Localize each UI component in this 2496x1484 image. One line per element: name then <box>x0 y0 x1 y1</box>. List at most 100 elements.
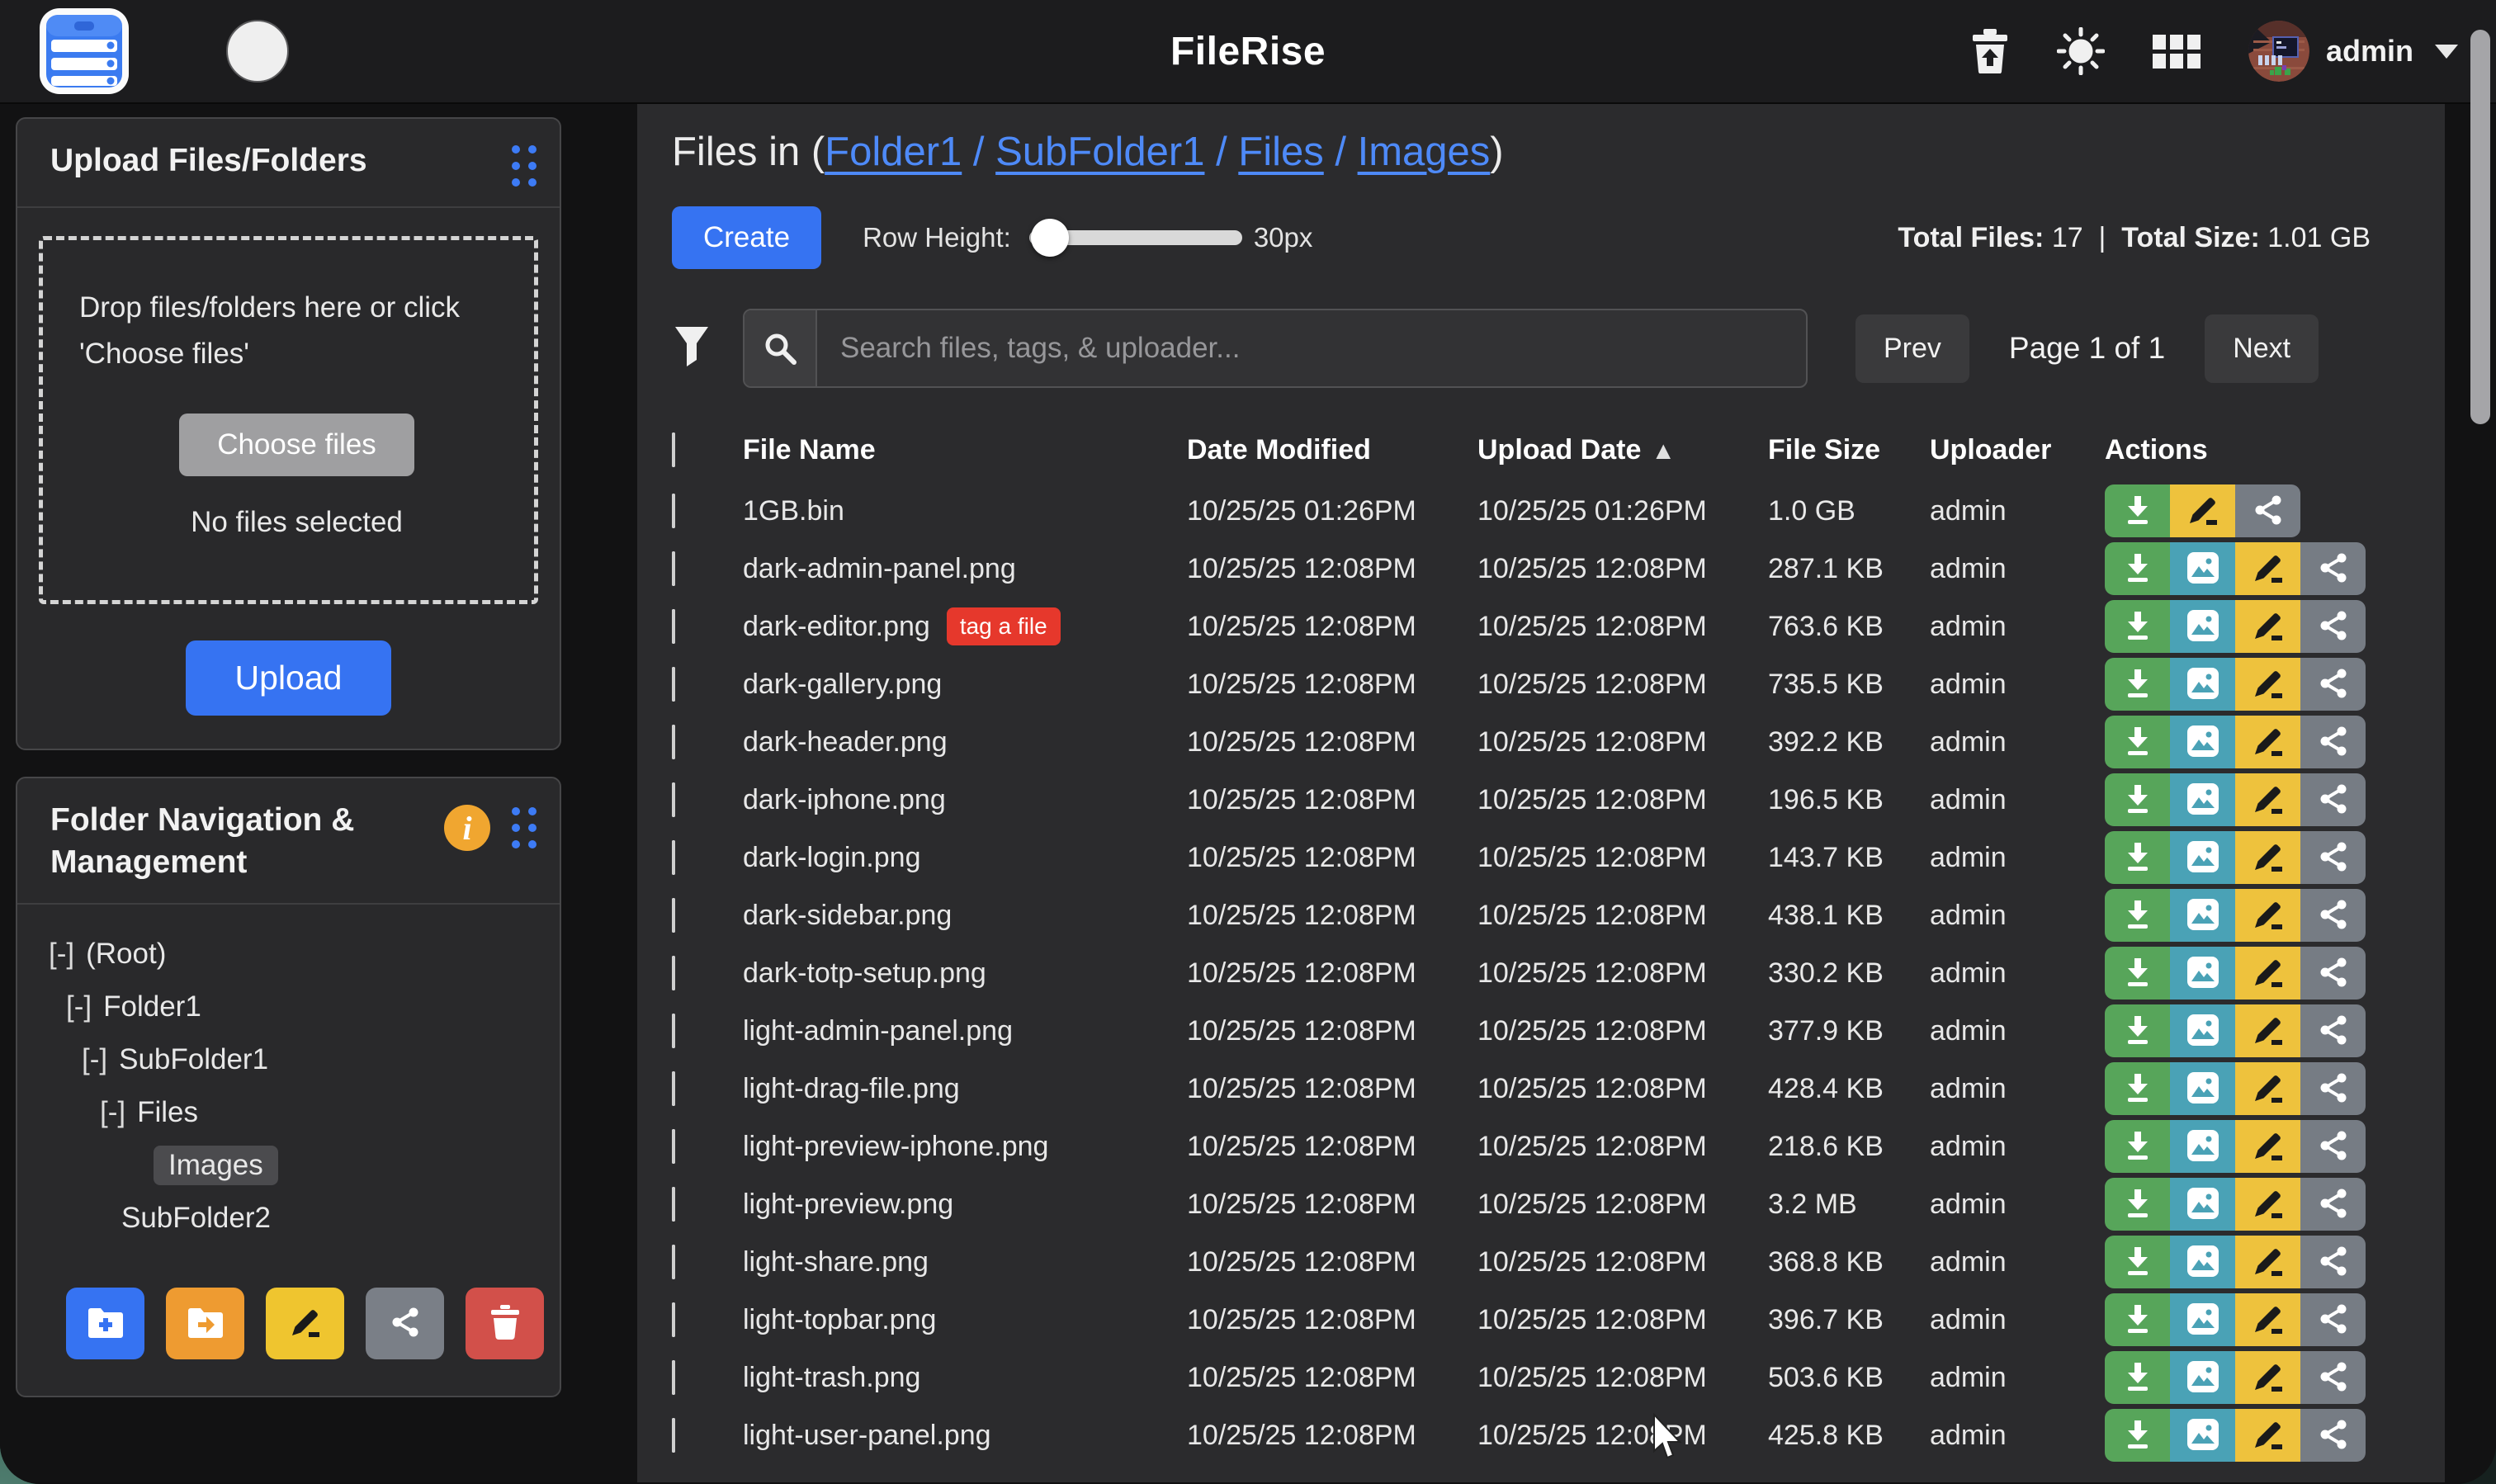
preview-button[interactable] <box>2170 889 2235 942</box>
row-checkbox[interactable] <box>672 494 675 528</box>
breadcrumb-link-folder1[interactable]: Folder1 <box>825 130 962 174</box>
trash-restore-icon[interactable] <box>1971 29 2009 73</box>
tree-item-subfolder2[interactable]: SubFolder2 <box>17 1192 560 1245</box>
column-header-file-name[interactable]: File Name <box>725 434 1172 466</box>
row-checkbox[interactable] <box>672 551 675 586</box>
edit-button[interactable] <box>2235 716 2300 768</box>
share-button[interactable] <box>2300 1004 2366 1057</box>
download-button[interactable] <box>2105 1004 2170 1057</box>
preview-button[interactable] <box>2170 831 2235 884</box>
download-button[interactable] <box>2105 773 2170 826</box>
row-checkbox[interactable] <box>672 1129 675 1164</box>
tree-toggle-icon[interactable]: [-] <box>82 1043 107 1076</box>
row-checkbox[interactable] <box>672 1245 675 1279</box>
share-button[interactable] <box>2300 947 2366 1000</box>
share-button[interactable] <box>2300 1351 2366 1404</box>
share-folder-button[interactable] <box>366 1288 444 1359</box>
search-icon[interactable] <box>745 310 817 386</box>
preview-button[interactable] <box>2170 716 2235 768</box>
edit-button[interactable] <box>2235 1004 2300 1057</box>
download-button[interactable] <box>2105 1293 2170 1346</box>
download-button[interactable] <box>2105 1409 2170 1462</box>
tag-badge[interactable]: tag a file <box>947 607 1061 645</box>
edit-button[interactable] <box>2235 600 2300 653</box>
column-header-uploader[interactable]: Uploader <box>1915 434 2090 466</box>
tree-item-root[interactable]: [-](Root) <box>17 928 560 981</box>
tree-item-folder1[interactable]: [-]Folder1 <box>17 981 560 1033</box>
info-icon[interactable]: i <box>444 805 490 851</box>
tree-item-subfolder1[interactable]: [-]SubFolder1 <box>17 1033 560 1086</box>
edit-button[interactable] <box>2235 889 2300 942</box>
prev-page-button[interactable]: Prev <box>1855 314 1969 383</box>
sidebar-toggle-button[interactable] <box>226 20 289 83</box>
download-button[interactable] <box>2105 889 2170 942</box>
scrollbar-thumb[interactable] <box>2470 30 2490 424</box>
download-button[interactable] <box>2105 484 2170 537</box>
row-checkbox[interactable] <box>672 1187 675 1222</box>
tree-item-files[interactable]: [-]Files <box>17 1086 560 1139</box>
filerise-logo-icon[interactable] <box>38 7 130 96</box>
share-button[interactable] <box>2300 831 2366 884</box>
select-all-checkbox[interactable] <box>672 432 675 467</box>
download-button[interactable] <box>2105 1351 2170 1404</box>
edit-button[interactable] <box>2235 773 2300 826</box>
theme-sun-icon[interactable] <box>2057 27 2105 75</box>
row-checkbox[interactable] <box>672 1302 675 1337</box>
row-checkbox[interactable] <box>672 1418 675 1453</box>
download-button[interactable] <box>2105 1120 2170 1173</box>
preview-button[interactable] <box>2170 600 2235 653</box>
download-button[interactable] <box>2105 1178 2170 1231</box>
rename-folder-button[interactable] <box>266 1288 344 1359</box>
search-input[interactable] <box>817 310 1806 386</box>
download-button[interactable] <box>2105 831 2170 884</box>
row-checkbox[interactable] <box>672 725 675 759</box>
share-button[interactable] <box>2300 600 2366 653</box>
breadcrumb-link-images[interactable]: Images <box>1358 130 1491 174</box>
share-button[interactable] <box>2300 542 2366 595</box>
preview-button[interactable] <box>2170 658 2235 711</box>
row-checkbox[interactable] <box>672 1071 675 1106</box>
share-button[interactable] <box>2300 889 2366 942</box>
row-checkbox[interactable] <box>672 782 675 817</box>
delete-folder-button[interactable] <box>466 1288 544 1359</box>
preview-button[interactable] <box>2170 1178 2235 1231</box>
download-button[interactable] <box>2105 1236 2170 1288</box>
row-checkbox[interactable] <box>672 609 675 644</box>
edit-button[interactable] <box>2235 831 2300 884</box>
edit-button[interactable] <box>2235 1062 2300 1115</box>
preview-button[interactable] <box>2170 1351 2235 1404</box>
edit-button[interactable] <box>2235 1178 2300 1231</box>
preview-button[interactable] <box>2170 947 2235 1000</box>
preview-button[interactable] <box>2170 1409 2235 1462</box>
next-page-button[interactable]: Next <box>2205 314 2319 383</box>
column-header-upload-date[interactable]: Upload Date▲ <box>1463 434 1753 466</box>
download-button[interactable] <box>2105 716 2170 768</box>
preview-button[interactable] <box>2170 1236 2235 1288</box>
edit-button[interactable] <box>2235 1293 2300 1346</box>
slider-thumb[interactable] <box>1031 219 1069 257</box>
filter-icon[interactable] <box>674 325 710 372</box>
edit-button[interactable] <box>2170 484 2235 537</box>
edit-button[interactable] <box>2235 1120 2300 1173</box>
create-folder-button[interactable] <box>66 1288 144 1359</box>
preview-button[interactable] <box>2170 1062 2235 1115</box>
download-button[interactable] <box>2105 1062 2170 1115</box>
share-button[interactable] <box>2300 1120 2366 1173</box>
row-checkbox[interactable] <box>672 898 675 933</box>
download-button[interactable] <box>2105 658 2170 711</box>
create-button[interactable]: Create <box>672 206 821 269</box>
row-checkbox[interactable] <box>672 956 675 990</box>
preview-button[interactable] <box>2170 773 2235 826</box>
upload-button[interactable]: Upload <box>186 640 392 716</box>
row-checkbox[interactable] <box>672 667 675 702</box>
tree-toggle-icon[interactable]: [-] <box>66 990 92 1023</box>
choose-files-button[interactable]: Choose files <box>179 414 414 476</box>
tree-toggle-icon[interactable]: [-] <box>100 1096 125 1129</box>
row-checkbox[interactable] <box>672 1360 675 1395</box>
edit-button[interactable] <box>2235 1409 2300 1462</box>
breadcrumb-link-subfolder1[interactable]: SubFolder1 <box>995 130 1204 174</box>
file-dropzone[interactable]: Drop files/folders here or click 'Choose… <box>39 236 538 604</box>
download-button[interactable] <box>2105 600 2170 653</box>
tree-toggle-icon[interactable]: [-] <box>49 938 74 971</box>
tree-item-images[interactable]: Images <box>17 1139 560 1192</box>
